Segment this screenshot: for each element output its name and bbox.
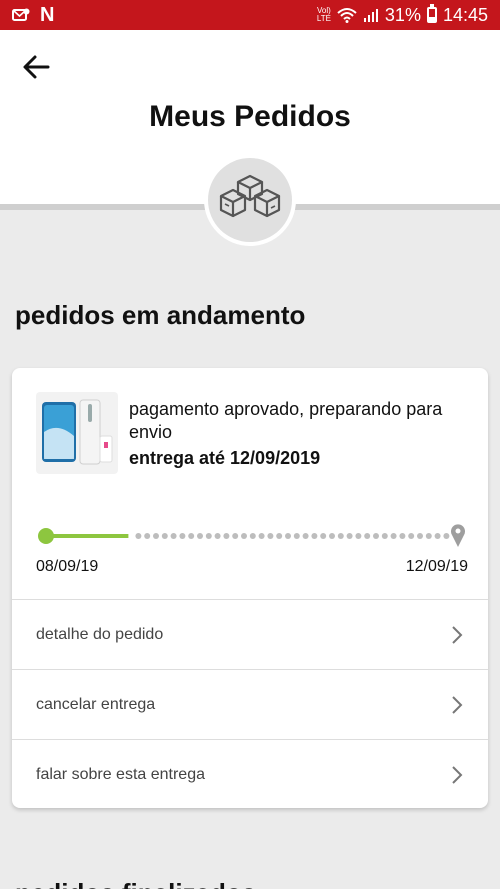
page-title: Meus Pedidos: [149, 100, 351, 133]
signal-icon: [363, 9, 378, 22]
location-pin-icon: [451, 524, 466, 547]
progress-remaining-dot: [205, 533, 212, 539]
progress-remaining-dot: [293, 533, 300, 539]
progress-remaining-dot: [329, 533, 335, 539]
progress-remaining-dot: [381, 533, 388, 539]
progress-remaining-dot: [434, 533, 441, 539]
arrow-left-icon[interactable]: [20, 52, 54, 82]
progress-remaining-dot: [179, 533, 186, 539]
battery-level: [428, 17, 435, 21]
progress-remaining-dot: [320, 533, 327, 539]
progress-remaining-dot: [399, 533, 406, 539]
progress-remaining-dot: [170, 533, 177, 539]
progress-remaining-dot: [135, 533, 142, 539]
order-detail-button[interactable]: detalhe do pedido: [12, 599, 488, 669]
clock: 14:45: [442, 4, 488, 25]
progress-start-date: 08/09/19: [36, 558, 99, 575]
progress-remaining-dot: [346, 533, 353, 539]
delivery-progress: [38, 524, 466, 547]
progress-start-dot: [38, 528, 54, 544]
progress-remaining-dot: [161, 533, 168, 539]
order-status-text: pagamento aprovado, preparando para envi…: [129, 399, 443, 442]
progress-remaining-dot: [223, 533, 230, 539]
progress-remaining-dot: [337, 533, 344, 539]
chevron-right-icon: [452, 695, 463, 714]
progress-remaining-dot: [232, 533, 239, 539]
wifi-icon: [337, 8, 357, 23]
status-left-icons: N: [12, 3, 54, 27]
notification-icon: [12, 8, 30, 21]
progress-remaining-dot: [144, 533, 151, 539]
progress-remaining-dot: [364, 533, 371, 539]
netflix-icon: N: [40, 3, 54, 26]
orders-badge: [204, 154, 296, 246]
status-bar: N Vol) LTE 31% 14:45: [0, 0, 500, 30]
boxes-icon: [219, 174, 281, 218]
talk-about-delivery-button[interactable]: falar sobre esta entrega: [12, 739, 488, 808]
progress-remaining-dot: [390, 533, 397, 539]
progress-remaining-dot: [241, 533, 247, 539]
status-right-icons: Vol) LTE 31% 14:45: [317, 4, 488, 26]
talk-about-delivery-label: falar sobre esta entrega: [36, 765, 205, 783]
progress-remaining-dot: [197, 533, 203, 539]
volte-indicator: Vol) LTE: [317, 7, 331, 23]
cancel-delivery-button[interactable]: cancelar entrega: [12, 669, 488, 739]
phone-illustration: [42, 399, 113, 465]
order-card: pagamento aprovado, preparando para envi…: [12, 368, 488, 808]
progress-remaining-dot: [276, 533, 283, 539]
battery-icon: [426, 4, 437, 23]
orders-badge-inner: [208, 158, 292, 242]
progress-remaining-dot: [214, 533, 221, 539]
lte-label: LTE: [316, 14, 331, 23]
progress-remaining-dot: [417, 533, 423, 539]
progress-remaining-dot: [267, 533, 274, 539]
location-pin-hole: [455, 528, 461, 534]
progress-end-date: 12/09/19: [405, 558, 468, 575]
progress-remaining-dot: [258, 533, 265, 539]
progress-remaining-dot: [153, 533, 159, 539]
progress-remaining-dot: [249, 533, 256, 539]
battery-percent: 31%: [384, 4, 421, 25]
order-detail-label: detalhe do pedido: [36, 625, 164, 643]
chevron-right-icon: [452, 625, 463, 644]
chevron-right-icon: [452, 765, 463, 784]
section-title-in-progress: pedidos em andamento: [15, 300, 306, 330]
progress-remaining-dot: [285, 533, 291, 539]
progress-remaining-dot: [355, 533, 362, 539]
progress-remaining-dot: [302, 533, 309, 539]
progress-remaining-dot: [425, 533, 432, 539]
delivery-date: entrega até 12/09/2019: [129, 448, 321, 468]
section-title-finished: pedidos finalizados: [15, 878, 256, 889]
progress-remaining-dot: [311, 533, 318, 539]
progress-remaining-dot: [443, 533, 450, 539]
cancel-delivery-label: cancelar entrega: [36, 695, 156, 713]
progress-remaining-dot: [373, 533, 379, 539]
progress-remaining-dot: [408, 533, 415, 539]
phone-product-image: [36, 392, 118, 474]
progress-remaining-dot: [188, 533, 195, 539]
